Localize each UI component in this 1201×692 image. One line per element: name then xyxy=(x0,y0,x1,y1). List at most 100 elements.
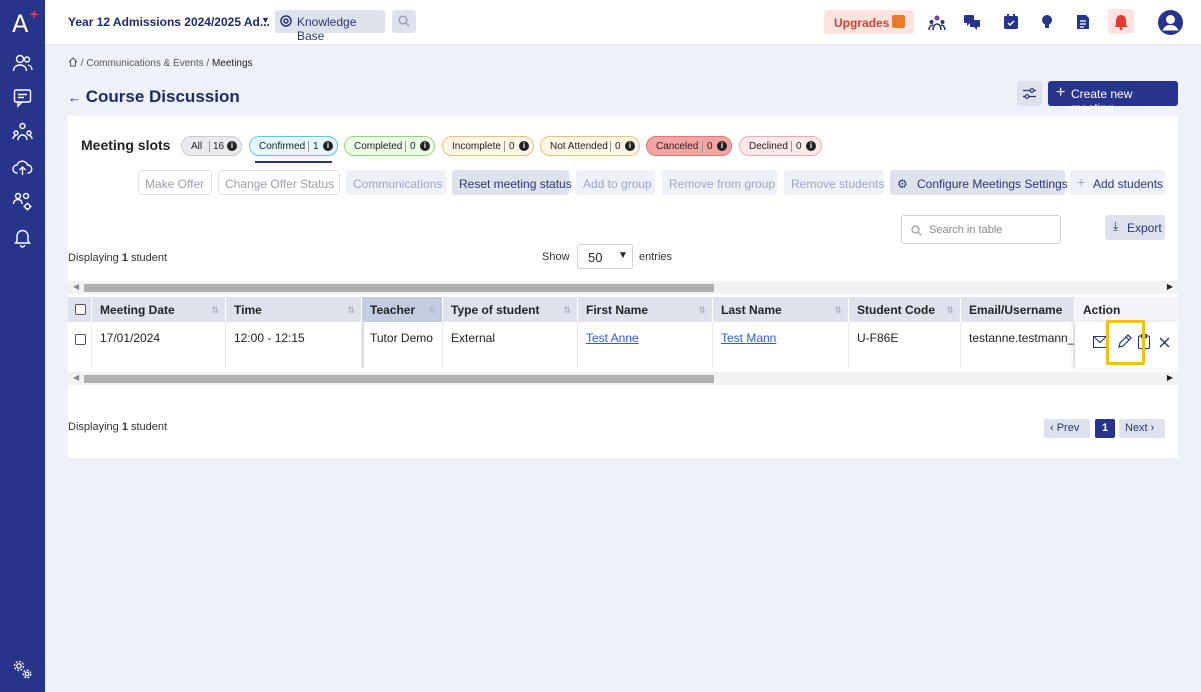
people-icon[interactable] xyxy=(12,53,33,74)
page-size-select[interactable]: 50 ▼ xyxy=(577,244,633,269)
col-type-of-student[interactable]: Type of student ⇅ xyxy=(443,297,578,322)
chevron-down-icon[interactable]: ▼ xyxy=(261,15,270,25)
home-icon[interactable] xyxy=(68,57,78,67)
user-avatar[interactable] xyxy=(1158,10,1183,35)
pill-label: Completed xyxy=(354,141,403,152)
displaying-prefix: Displaying xyxy=(68,252,119,264)
make-offer-button[interactable]: Make Offer xyxy=(138,170,212,195)
scroll-right-arrow[interactable]: ▶ xyxy=(1167,373,1173,382)
breadcrumb-sep: / xyxy=(80,58,84,69)
network-icon[interactable] xyxy=(12,121,33,142)
next-label: Next › xyxy=(1125,422,1155,434)
row-checkbox[interactable] xyxy=(75,334,86,345)
pill-declined[interactable]: Declined 0 i xyxy=(739,136,822,156)
breadcrumb-sep: / xyxy=(206,58,210,69)
chevron-down-icon: ▼ xyxy=(618,250,628,261)
global-search-button[interactable] xyxy=(392,10,416,33)
messages-icon[interactable] xyxy=(12,87,33,108)
scroll-left-arrow[interactable]: ◀ xyxy=(73,282,79,291)
info-icon: i xyxy=(519,141,529,151)
next-page-button[interactable]: Next › xyxy=(1119,419,1165,438)
col-last-name[interactable]: Last Name ⇅ xyxy=(713,297,849,322)
horizontal-scrollbar-bottom[interactable]: ◀ ▶ xyxy=(68,372,1178,385)
col-label: Meeting Date xyxy=(100,303,175,317)
info-icon: i xyxy=(420,141,430,151)
meeting-slots-label: Meeting slots xyxy=(81,137,171,153)
project-title[interactable]: Year 12 Admissions 2024/2025 Ad... xyxy=(68,15,270,29)
pill-confirmed[interactable]: Confirmed 1 i xyxy=(249,136,338,156)
col-student-code[interactable]: Student Code ⇅ xyxy=(849,297,961,322)
scroll-right-arrow[interactable]: ▶ xyxy=(1167,282,1173,291)
pill-label: Incomplete xyxy=(452,141,501,152)
settings-icon[interactable] xyxy=(12,659,33,680)
pill-label: All xyxy=(191,141,203,152)
close-icon[interactable] xyxy=(1159,337,1170,348)
col-email[interactable]: Email/Username xyxy=(961,297,1075,322)
calendar-icon[interactable] xyxy=(1002,13,1020,31)
back-arrow-icon[interactable]: ← xyxy=(68,90,81,105)
team-icon[interactable] xyxy=(928,13,946,31)
last-name-link[interactable]: Test Mann xyxy=(721,331,776,345)
pill-count: 0 xyxy=(509,141,515,152)
displaying-count: 1 xyxy=(121,252,128,264)
mail-icon[interactable] xyxy=(1093,336,1107,348)
add-to-group-button[interactable]: Add to group xyxy=(576,170,655,195)
scroll-left-arrow[interactable]: ◀ xyxy=(73,373,79,382)
page-size-value: 50 xyxy=(588,250,603,265)
first-name-link[interactable]: Test Anne xyxy=(586,331,639,345)
remove-students-button[interactable]: Remove students xyxy=(784,170,884,195)
configure-meetings-settings-label: Configure Meetings Settings xyxy=(917,177,1068,191)
info-icon: i xyxy=(717,141,727,151)
sort-icon: ⇅ xyxy=(428,305,436,315)
page-title: ← Course Discussion xyxy=(68,87,240,107)
cell-student-code: U-F86E xyxy=(849,322,961,368)
export-button[interactable]: ⤓ Export xyxy=(1105,215,1165,240)
change-offer-status-button[interactable]: Change Offer Status xyxy=(218,170,340,195)
sort-icon: ⇅ xyxy=(347,305,355,315)
add-students-button[interactable]: + Add students xyxy=(1070,170,1165,195)
communications-button[interactable]: Communications xyxy=(346,170,446,195)
prev-page-button[interactable]: ‹ Prev xyxy=(1044,419,1090,438)
col-label: Email/Username xyxy=(969,303,1063,317)
plus-icon: + xyxy=(1056,84,1066,101)
breadcrumb-communications[interactable]: Communications & Events xyxy=(86,58,203,69)
table-row: 17/01/2024 12:00 - 12:15 Tutor Demo Exte… xyxy=(68,322,1178,368)
remove-from-group-button[interactable]: Remove from group xyxy=(662,170,777,195)
cell-value: Tutor Demo xyxy=(370,331,433,345)
filter-settings-button[interactable] xyxy=(1017,81,1042,106)
pill-not-attended[interactable]: Not Attended 0 i xyxy=(540,136,640,156)
sort-icon: ⇅ xyxy=(834,305,842,315)
col-meeting-date[interactable]: Meeting Date ⇅ xyxy=(92,297,226,322)
group-settings-icon[interactable] xyxy=(12,191,33,212)
knowledge-base-button[interactable]: Knowledge Base xyxy=(275,10,385,43)
cell-value: testanne.testmann_2 xyxy=(969,331,1075,345)
bell-icon[interactable] xyxy=(12,227,33,248)
pill-incomplete[interactable]: Incomplete 0 i xyxy=(442,136,534,156)
horizontal-scrollbar-top[interactable]: ◀ ▶ xyxy=(68,281,1178,294)
col-teacher[interactable]: Teacher ⇅ xyxy=(362,297,443,322)
pill-all[interactable]: All 16 i xyxy=(181,136,242,156)
info-icon: i xyxy=(806,141,816,151)
configure-meetings-settings-button[interactable]: ⚙ Configure Meetings Settings xyxy=(890,170,1068,195)
col-time[interactable]: Time ⇅ xyxy=(226,297,362,322)
sidebar: A + xyxy=(0,0,45,692)
plus-icon: + xyxy=(1077,174,1086,190)
cloud-upload-icon[interactable] xyxy=(12,157,33,178)
create-new-meeting-button[interactable]: + Create new meeting xyxy=(1048,81,1178,115)
app-logo[interactable]: A + xyxy=(12,6,38,38)
lightbulb-icon[interactable] xyxy=(1038,13,1056,31)
document-icon[interactable] xyxy=(1074,13,1092,31)
reset-meeting-status-button[interactable]: Reset meeting status xyxy=(452,170,572,195)
upgrades-button[interactable]: Upgrades xyxy=(824,10,914,34)
col-first-name[interactable]: First Name ⇅ xyxy=(578,297,713,322)
cell-value: 17/01/2024 xyxy=(100,331,161,345)
table-search-input[interactable]: Search in table xyxy=(901,215,1061,244)
select-all-checkbox[interactable] xyxy=(75,304,86,315)
notifications-button[interactable] xyxy=(1108,9,1134,34)
pill-canceled[interactable]: Canceled 0 i xyxy=(646,136,732,156)
page-1-button[interactable]: 1 xyxy=(1095,419,1115,438)
scrollbar-thumb[interactable] xyxy=(84,375,714,383)
pill-completed[interactable]: Completed 0 i xyxy=(344,136,435,156)
chat-icon[interactable] xyxy=(963,13,981,31)
scrollbar-thumb[interactable] xyxy=(84,284,714,292)
